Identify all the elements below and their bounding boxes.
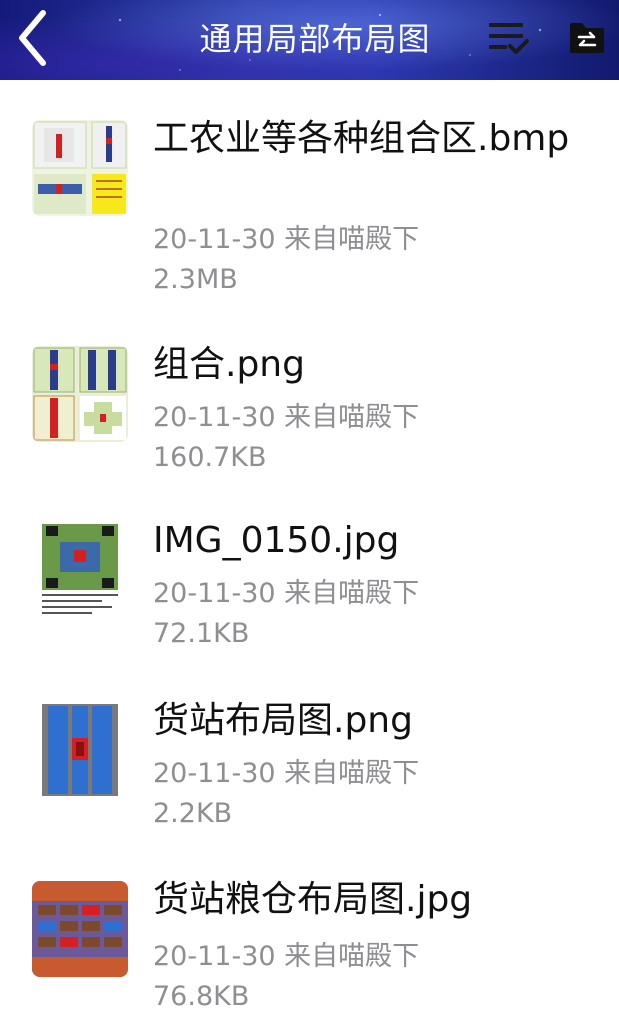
- file-item[interactable]: 组合.png 20-11-30 来自喵殿下 160.7KB: [0, 344, 619, 486]
- file-thumbnail: [32, 881, 128, 977]
- chevron-left-icon: [19, 10, 46, 66]
- file-item[interactable]: 工农业等各种组合区.bmp 20-11-30 来自喵殿下 2.3MB: [0, 118, 619, 320]
- file-date-source: 20-11-30 来自喵殿下: [153, 758, 420, 789]
- file-name: 货站粮仓布局图.jpg: [153, 879, 473, 920]
- file-date-source: 20-11-30 来自喵殿下: [153, 941, 420, 972]
- file-size: 160.7KB: [153, 442, 267, 473]
- file-name: IMG_0150.jpg: [153, 520, 400, 561]
- file-date-source: 20-11-30 来自喵殿下: [153, 402, 420, 433]
- back-button[interactable]: [10, 8, 54, 68]
- folder-transfer-button[interactable]: [564, 16, 610, 60]
- page-title: 通用局部布局图: [199, 20, 431, 58]
- file-item[interactable]: 货站布局图.png 20-11-30 来自喵殿下 2.2KB: [0, 700, 619, 842]
- header-bar: 通用局部布局图: [0, 0, 619, 80]
- file-size: 72.1KB: [153, 618, 250, 649]
- file-item[interactable]: IMG_0150.jpg 20-11-30 来自喵殿下 72.1KB: [0, 520, 619, 662]
- file-thumbnail: [32, 522, 128, 618]
- file-name: 工农业等各种组合区.bmp: [153, 118, 570, 159]
- file-name: 组合.png: [153, 344, 305, 385]
- file-thumbnail: [32, 346, 128, 442]
- file-thumbnail: [32, 702, 128, 798]
- file-size: 2.3MB: [153, 264, 238, 295]
- file-size: 2.2KB: [153, 798, 233, 829]
- sort-select-button[interactable]: [482, 14, 532, 60]
- folder-transfer-icon: [570, 23, 604, 53]
- file-date-source: 20-11-30 来自喵殿下: [153, 578, 420, 609]
- file-item[interactable]: 货站粮仓布局图.jpg 20-11-30 来自喵殿下 76.8KB: [0, 879, 619, 1031]
- file-thumbnail: [32, 120, 128, 216]
- file-name: 货站布局图.png: [153, 700, 413, 741]
- file-date-source: 20-11-30 来自喵殿下: [153, 224, 420, 255]
- file-size: 76.8KB: [153, 981, 250, 1012]
- list-check-icon: [489, 23, 529, 54]
